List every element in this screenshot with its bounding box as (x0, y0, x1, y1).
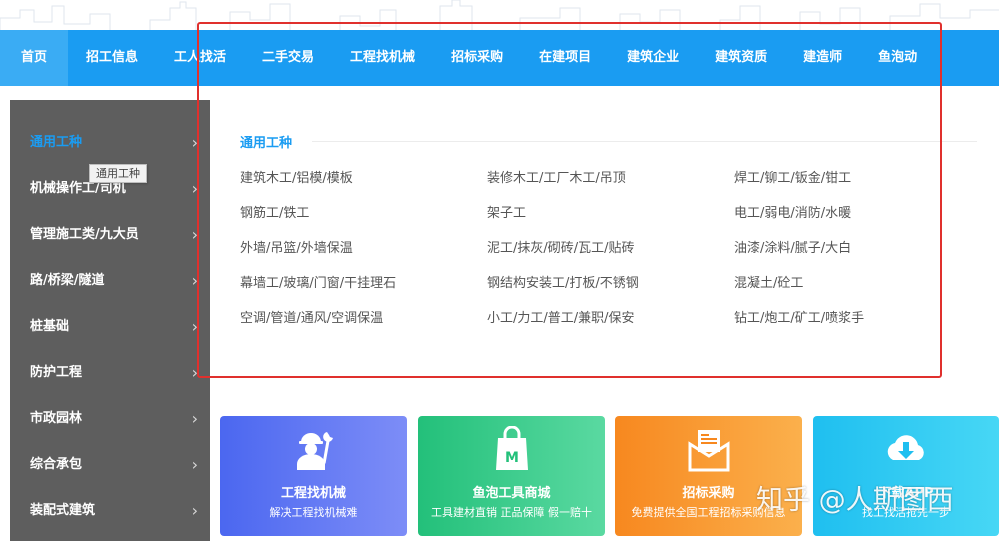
card-download-app[interactable]: 下载APP 找工找活抢先一步 (813, 416, 999, 536)
sidebar-item-municipal[interactable]: 市政园林 › (10, 396, 210, 442)
nav-projects[interactable]: 在建项目 (521, 30, 609, 86)
envelope-document-icon (688, 430, 729, 472)
sidebar-item-label: 路/桥梁/隧道 (30, 273, 105, 288)
chevron-right-icon: › (191, 455, 198, 474)
sidebar-item-pile-foundation[interactable]: 桩基础 › (10, 304, 210, 350)
watermark-text: 知乎 @人斯图西 (756, 485, 954, 516)
chevron-right-icon: › (191, 501, 198, 520)
nav-tender-purchase[interactable]: 招标采购 (433, 30, 521, 86)
job-type-link[interactable]: 钻工/炮工/矿工/喷浆手 (734, 308, 980, 343)
category-dropdown-panel: 通用工种 建筑木工/铝模/模板 装修木工/工厂木工/吊顶 焊工/铆工/钣金/钳工… (210, 100, 999, 380)
job-type-link[interactable]: 泥工/抹灰/砌砖/瓦工/贴砖 (487, 238, 734, 273)
job-type-link[interactable]: 装修木工/工厂木工/吊顶 (487, 168, 734, 203)
nav-companies[interactable]: 建筑企业 (609, 30, 697, 86)
sidebar-item-label: 市政园林 (30, 411, 83, 426)
worker-wrench-icon (296, 432, 333, 470)
nav-second-hand[interactable]: 二手交易 (244, 30, 332, 86)
sidebar-item-management[interactable]: 管理施工类/九大员 › (10, 212, 210, 258)
card-tender[interactable]: 招标采购 免费提供全国工程招标采购信息 (615, 416, 802, 536)
sidebar-item-label: 防护工程 (30, 365, 83, 380)
sidebar-item-general[interactable]: 通用工种 › (10, 120, 210, 166)
job-type-link[interactable]: 架子工 (487, 203, 734, 238)
job-type-link[interactable]: 外墙/吊篮/外墙保温 (240, 238, 487, 273)
cloud-download-icon (887, 435, 924, 460)
sidebar-item-label: 综合承包 (30, 457, 83, 472)
skyline-decoration (0, 0, 999, 30)
nav-recruit-info[interactable]: 招工信息 (68, 30, 156, 86)
nav-qualifications[interactable]: 建筑资质 (697, 30, 785, 86)
job-type-link[interactable]: 空调/管道/通风/空调保温 (240, 308, 487, 343)
chevron-right-icon: › (191, 133, 198, 152)
sidebar-item-label: 装配式建筑 (30, 503, 96, 518)
job-type-link[interactable]: 幕墙工/玻璃/门窗/干挂理石 (240, 273, 487, 308)
job-type-link[interactable]: 钢结构安装工/打板/不锈钢 (487, 273, 734, 308)
chevron-right-icon: › (191, 271, 198, 290)
shopping-bag-icon: M (495, 426, 528, 470)
nav-home[interactable]: 首页 (0, 30, 68, 86)
job-type-link[interactable]: 焊工/铆工/钣金/钳工 (734, 168, 980, 203)
panel-title: 通用工种 (240, 136, 293, 151)
nav-worker-find-job[interactable]: 工人找活 (156, 30, 244, 86)
job-type-grid: 建筑木工/铝模/模板 装修木工/工厂木工/吊顶 焊工/铆工/钣金/钳工 钢筋工/… (240, 168, 980, 343)
job-type-link[interactable]: 混凝土/砼工 (734, 273, 980, 308)
card-title: 鱼泡工具商城 (472, 486, 551, 501)
chevron-right-icon: › (191, 317, 198, 336)
card-subtitle: 解决工程找机械难 (269, 506, 358, 519)
sidebar-item-protection[interactable]: 防护工程 › (10, 350, 210, 396)
sidebar-item-label: 管理施工类/九大员 (30, 227, 139, 242)
main-nav: 首页 招工信息 工人找活 二手交易 工程找机械 招标采购 在建项目 建筑企业 建… (0, 30, 999, 86)
panel-divider (312, 141, 977, 142)
sidebar-item-general-contract[interactable]: 综合承包 › (10, 442, 210, 488)
sidebar-item-label: 机械操作工/司机 (30, 181, 126, 196)
nav-constructor[interactable]: 建造师 (785, 30, 860, 86)
job-type-link[interactable]: 钢筋工/铁工 (240, 203, 487, 238)
card-title: 工程找机械 (280, 486, 346, 501)
chevron-right-icon: › (191, 363, 198, 382)
card-subtitle: 工具建材直销 正品保障 假一赔十 (431, 506, 592, 519)
svg-text:M: M (505, 450, 519, 466)
sidebar-item-road-bridge[interactable]: 路/桥梁/隧道 › (10, 258, 210, 304)
nav-yupao-news[interactable]: 鱼泡动 (860, 30, 935, 86)
job-type-link[interactable]: 电工/弱电/消防/水暖 (734, 203, 980, 238)
chevron-right-icon: › (191, 225, 198, 244)
job-type-link[interactable]: 建筑木工/铝模/模板 (240, 168, 487, 203)
sidebar-item-label: 桩基础 (30, 319, 70, 334)
job-type-link[interactable]: 油漆/涂料/腻子/大白 (734, 238, 980, 273)
sidebar-item-prefab[interactable]: 装配式建筑 › (10, 488, 210, 534)
card-machinery[interactable]: 工程找机械 解决工程找机械难 (220, 416, 407, 536)
chevron-right-icon: › (191, 179, 198, 198)
sidebar-item-label: 通用工种 (30, 135, 83, 150)
card-tool-mall[interactable]: M 鱼泡工具商城 工具建材直销 正品保障 假一赔十 (418, 416, 605, 536)
top-banner (0, 0, 999, 30)
hover-tooltip: 通用工种 (89, 164, 147, 183)
chevron-right-icon: › (191, 409, 198, 428)
nav-machinery[interactable]: 工程找机械 (332, 30, 433, 86)
job-type-link[interactable]: 小工/力工/普工/兼职/保安 (487, 308, 734, 343)
